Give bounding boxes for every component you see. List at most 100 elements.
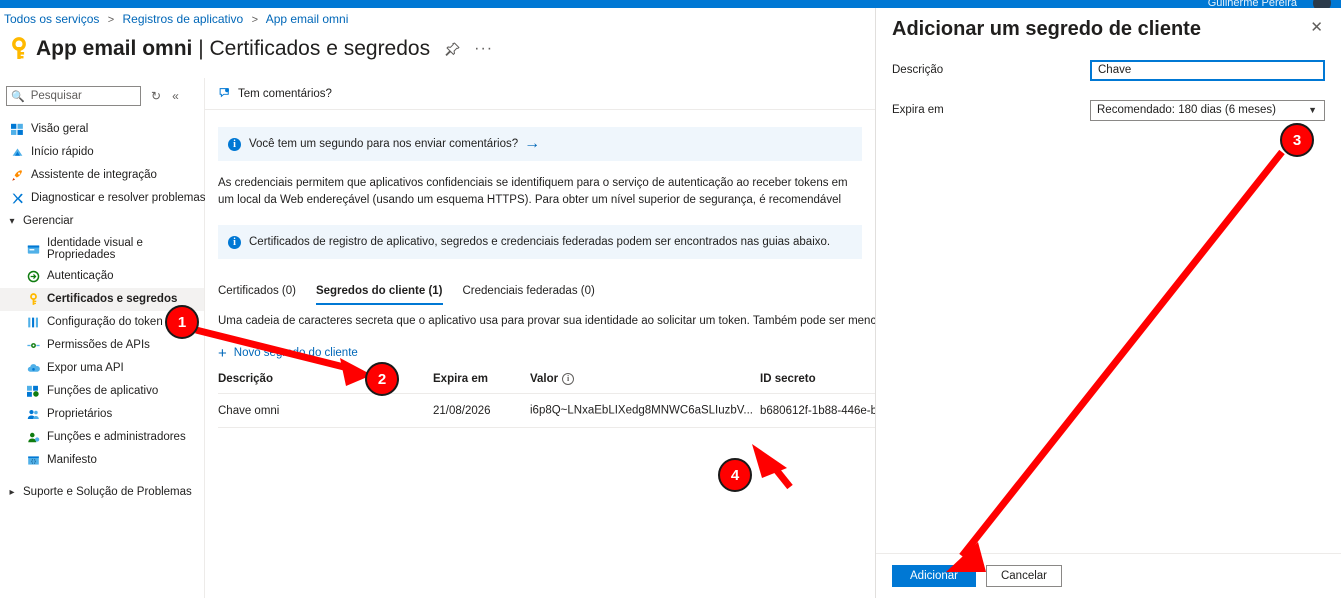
sidebar-item-permissoes-apis[interactable]: Permissões de APIs [0, 334, 204, 357]
breadcrumb-separator: > [251, 14, 259, 26]
sidebar-item-funcoes-aplicativo[interactable]: Funções de aplicativo [0, 380, 204, 403]
feedback-label: Tem comentários? [238, 87, 332, 100]
overview-icon [10, 123, 24, 137]
app-roles-icon [26, 385, 40, 399]
search-box[interactable]: 🔍 [6, 86, 141, 106]
sidebar-item-label: Expor uma API [47, 362, 124, 374]
cancelar-button[interactable]: Cancelar [986, 565, 1062, 587]
sidebar-item-label: Configuração do token [47, 316, 163, 328]
chevron-down-icon: ▼ [1308, 105, 1317, 115]
breadcrumb-item-app[interactable]: App email omni [266, 12, 349, 26]
main-content: Tem comentários? i Você tem um segundo p… [205, 78, 875, 598]
arrow-right-icon[interactable]: → [524, 135, 540, 153]
panel-footer: Adicionar Cancelar [876, 553, 1341, 598]
api-permissions-icon [26, 339, 40, 353]
sidebar-item-label: Certificados e segredos [47, 293, 178, 305]
sidebar-item-certificados-e-segredos[interactable]: Certificados e segredos [0, 288, 204, 311]
branding-icon [26, 242, 40, 256]
more-options-icon[interactable]: ··· [474, 41, 493, 57]
page-header: App email omni | Certificados e segredos… [8, 34, 493, 64]
sidebar-item-label: Identidade visual e Propriedades [47, 237, 143, 261]
breadcrumb-item-app-registrations[interactable]: Registros de aplicativo [123, 12, 244, 26]
feedback-banner[interactable]: i Você tem um segundo para nos enviar co… [218, 127, 862, 161]
feedback-button[interactable]: Tem comentários? [218, 87, 332, 101]
expose-api-icon [26, 362, 40, 376]
sidebar-group-label: Gerenciar [23, 215, 74, 227]
authentication-icon [26, 270, 40, 284]
breadcrumb-separator: > [107, 14, 115, 26]
credentials-tabs: Certificados (0) Segredos do cliente (1)… [218, 279, 862, 305]
tab-segredos-do-cliente[interactable]: Segredos do cliente (1) [315, 285, 443, 305]
quickstart-icon [10, 146, 24, 160]
sidebar-item-manifesto[interactable]: {} Manifesto [0, 449, 204, 472]
collapse-sidebar-icon[interactable]: « [172, 89, 179, 103]
page-header-actions: ··· [444, 41, 493, 57]
info-icon: i [228, 137, 241, 151]
sidebar-item-expor-uma-api[interactable]: Expor uma API [0, 357, 204, 380]
sidebar-group-suporte[interactable]: ▸ Suporte e Solução de Problemas [0, 481, 204, 504]
column-header-descricao: Descrição [218, 373, 433, 395]
feedback-banner-text: Você tem um segundo para nos enviar come… [249, 138, 519, 150]
new-client-secret-button[interactable]: + Novo segredo do cliente [218, 344, 358, 362]
breadcrumb: Todos os serviços > Registros de aplicat… [4, 12, 348, 26]
page-title-separator: | [192, 37, 210, 60]
page-title: App email omni | Certificados e segredos [36, 37, 430, 61]
column-header-valor: Valor i [530, 373, 760, 395]
close-icon[interactable]: ✕ [1308, 18, 1325, 38]
rocket-icon [10, 169, 24, 183]
column-header-valor-label: Valor [530, 373, 559, 386]
search-input[interactable] [28, 89, 136, 103]
sidebar-item-identidade-visual[interactable]: Identidade visual e Propriedades [0, 233, 204, 265]
sidebar-item-diagnosticar[interactable]: Diagnosticar e resolver problemas [0, 187, 206, 210]
key-icon [26, 293, 40, 307]
sidebar-item-configuracao-token[interactable]: Configuração do token [0, 311, 204, 334]
new-client-secret-label: Novo segredo do cliente [233, 347, 358, 359]
sidebar-item-inicio-rapido[interactable]: Início rápido [0, 141, 204, 164]
expira-em-select[interactable]: Recomendado: 180 dias (6 meses) ▼ [1090, 99, 1325, 121]
sidebar-item-autenticacao[interactable]: Autenticação [0, 265, 204, 288]
sidebar-item-funcoes-administradores[interactable]: Funções e administradores [0, 426, 204, 449]
sidebar-item-label: Assistente de integração [31, 169, 157, 181]
pin-icon[interactable] [444, 41, 460, 57]
cell-expira-em: 21/08/2026 [433, 393, 530, 429]
form-row-descricao: Descrição [876, 59, 1341, 81]
refresh-icon[interactable]: ↻ [151, 89, 161, 103]
cell-descricao: Chave omni [218, 393, 433, 429]
sidebar-item-label: Funções de aplicativo [47, 385, 159, 397]
plus-icon: + [218, 344, 227, 362]
panel-title: Adicionar um segredo de cliente [892, 18, 1201, 40]
command-bar: Tem comentários? [205, 78, 875, 110]
expira-em-selected-value: Recomendado: 180 dias (6 meses) [1097, 104, 1276, 116]
azure-top-bar: Guilherme Pereira [0, 0, 1341, 8]
column-header-expira-em: Expira em [433, 373, 530, 395]
page-title-main: App email omni [36, 37, 193, 60]
cell-id-secreto: b680612f-1b88-446e-b [760, 393, 875, 429]
sidebar-group-label: Suporte e Solução de Problemas [23, 486, 192, 498]
sidebar-item-visao-geral[interactable]: Visão geral [0, 118, 204, 141]
search-icon: 🔍 [11, 90, 25, 103]
page-title-sub: Certificados e segredos [209, 37, 431, 60]
sidebar-item-proprietarios[interactable]: Proprietários [0, 403, 204, 426]
label-expira-em: Expira em [892, 104, 944, 116]
sidebar-item-label: Diagnosticar e resolver problemas [31, 192, 206, 204]
cell-valor: i6p8Q~LNxaEbLIXedg8MNWC6aSLIuzbV... [530, 393, 760, 429]
sidebar-search-row: 🔍 ↻ « [0, 78, 204, 110]
key-icon [8, 37, 30, 61]
tab-credenciais-federadas[interactable]: Credenciais federadas (0) [463, 285, 595, 305]
sidebar-item-assistente-integracao[interactable]: Assistente de integração [0, 164, 204, 187]
breadcrumb-item-all-services[interactable]: Todos os serviços [4, 12, 99, 26]
descricao-input[interactable] [1090, 59, 1325, 81]
chevron-down-icon: ▾ [9, 216, 15, 227]
left-sidebar: 🔍 ↻ « Visão geral Início rápido [0, 78, 206, 598]
label-descricao: Descrição [892, 64, 944, 76]
client-secrets-table: Descrição Expira em Valor i ID secreto Ch… [218, 373, 875, 429]
info-circle-icon[interactable]: i [562, 373, 575, 385]
tab-description: Uma cadeia de caracteres secreta que o a… [218, 315, 875, 327]
sidebar-group-gerenciar[interactable]: ▾ Gerenciar [0, 210, 204, 233]
roles-admins-icon [26, 431, 40, 445]
adicionar-button[interactable]: Adicionar [892, 565, 976, 587]
user-avatar[interactable] [1313, 0, 1331, 8]
table-row[interactable]: Chave omni 21/08/2026 i6p8Q~LNxaEbLIXedg… [218, 393, 875, 429]
tab-certificados[interactable]: Certificados (0) [218, 285, 296, 305]
sidebar-item-label: Manifesto [47, 454, 97, 466]
